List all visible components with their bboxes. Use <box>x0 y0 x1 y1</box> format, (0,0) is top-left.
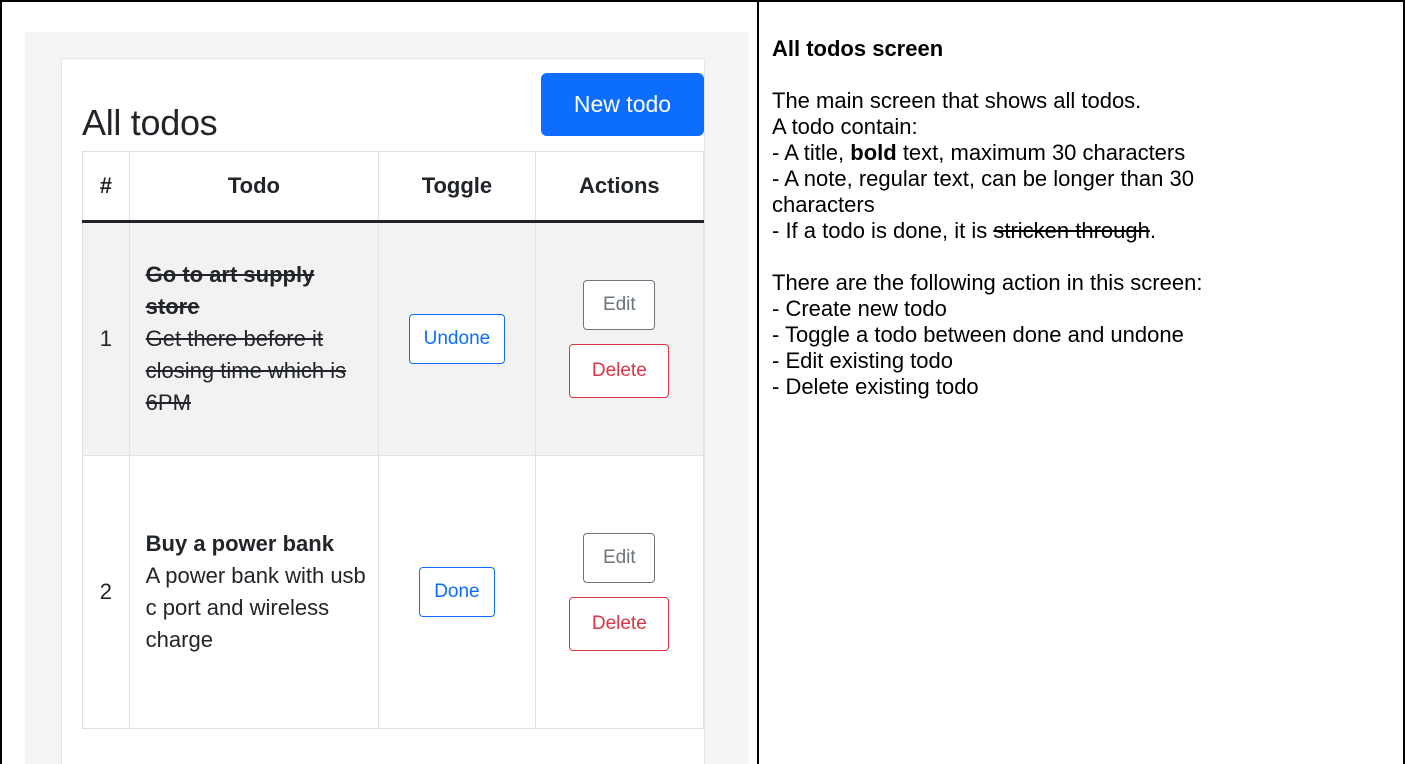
table-border-middle <box>757 0 759 764</box>
row-number: 2 <box>82 455 130 729</box>
edit-button[interactable]: Edit <box>583 533 656 583</box>
done-line-suffix: . <box>1149 218 1156 243</box>
description-note-line-1: - A note, regular text, can be longer th… <box>772 166 1194 191</box>
actions-cell: Edit Delete <box>534 455 705 729</box>
toggle-cell: Undone <box>378 221 536 456</box>
description-contain-line: A todo contain: <box>772 114 918 139</box>
delete-button[interactable]: Delete <box>569 597 670 651</box>
description-done-line: - If a todo is done, it is stricken thro… <box>772 218 1392 244</box>
edit-button[interactable]: Edit <box>583 280 656 330</box>
description-actions-intro: There are the following action in this s… <box>772 270 1203 295</box>
header-toggle: Toggle <box>378 151 536 223</box>
todo-note: A power bank with usb c port and wireles… <box>145 563 366 652</box>
todo-note: Get there before it closing time which i… <box>145 326 347 415</box>
description-intro: The main screen that shows all todos. <box>772 88 1142 113</box>
page-title: All todos <box>82 102 218 143</box>
table-border-top <box>0 0 1405 2</box>
todo-title: Go to art supply store <box>145 262 315 319</box>
toggle-cell: Done <box>378 455 536 729</box>
header-actions: Actions <box>534 151 705 223</box>
actions-stack: Edit Delete <box>536 533 703 651</box>
done-line-struck: stricken through <box>993 218 1150 243</box>
undone-button[interactable]: Undone <box>408 314 506 364</box>
table-border-left <box>0 0 2 764</box>
description-action-item: - Toggle a todo between done and undone <box>772 322 1184 347</box>
todo-cell: Buy a power bank A power bank with usb c… <box>128 455 380 729</box>
screen-mockup: All todos New todo # Todo Toggle Actions… <box>25 32 749 764</box>
done-button[interactable]: Done <box>419 567 495 617</box>
document-table: All todos New todo # Todo Toggle Actions… <box>0 0 1405 764</box>
actions-cell: Edit Delete <box>534 221 705 456</box>
row-number: 1 <box>82 221 130 456</box>
actions-stack: Edit Delete <box>536 280 703 398</box>
done-line-prefix: - If a todo is done, it is <box>772 218 994 243</box>
todo-table: # Todo Toggle Actions 1 Go to art supply… <box>82 151 705 729</box>
delete-button[interactable]: Delete <box>569 344 670 398</box>
description-action-item: - Delete existing todo <box>772 374 979 399</box>
description-heading: All todos screen <box>772 36 944 61</box>
table-row: 1 Go to art supply store Get there befor… <box>82 221 705 456</box>
header-todo: Todo <box>128 151 380 223</box>
header-number: # <box>82 151 130 223</box>
todo-title: Buy a power bank <box>145 531 334 556</box>
screen-description: All todos screen The main screen that sh… <box>772 28 1392 400</box>
description-action-item: - Edit existing todo <box>772 348 953 373</box>
title-line-prefix: - A title, <box>772 140 851 165</box>
todo-cell: Go to art supply store Get there before … <box>128 221 380 456</box>
new-todo-button[interactable]: New todo <box>541 73 704 136</box>
table-header-row: # Todo Toggle Actions <box>82 151 705 223</box>
description-action-item: - Create new todo <box>772 296 947 321</box>
title-line-bold: bold <box>850 140 897 165</box>
title-line-suffix: text, maximum 30 characters <box>896 140 1186 165</box>
description-note-line-2: characters <box>772 192 875 217</box>
todos-card: All todos New todo # Todo Toggle Actions… <box>61 58 705 764</box>
table-row: 2 Buy a power bank A power bank with usb… <box>82 455 705 729</box>
description-title-line: - A title, bold text, maximum 30 charact… <box>772 140 1392 166</box>
